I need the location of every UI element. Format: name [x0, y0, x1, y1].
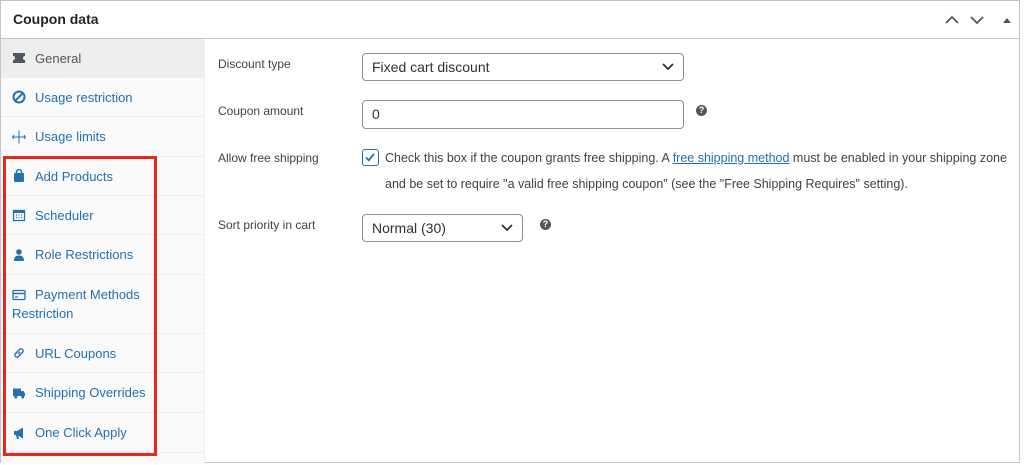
free-shipping-label: Allow free shipping [218, 151, 319, 165]
free-shipping-text-before: Check this box if the coupon grants free… [385, 151, 673, 165]
free-shipping-checkbox[interactable] [362, 149, 379, 166]
discount-type-select[interactable]: Fixed cart discount [362, 53, 684, 81]
tab-label: Shipping Overrides [35, 385, 146, 400]
tab-usage-limits[interactable]: Usage limits [1, 117, 205, 157]
link-icon [14, 348, 24, 358]
coupon-amount-input[interactable]: 0 [362, 100, 684, 129]
checkmark-icon [365, 153, 375, 162]
tab-label: Add Products [35, 169, 114, 184]
calendar-icon [12, 209, 26, 222]
panel-header: Coupon data [1, 1, 1019, 39]
truck-icon [13, 388, 25, 399]
tab-usage-restriction[interactable]: Usage restriction [1, 78, 205, 117]
tab-scheduler[interactable]: Scheduler [1, 196, 205, 235]
tab-label: Scheduler [35, 208, 94, 223]
chevron-down-icon [501, 224, 513, 232]
tab-one-click-apply[interactable]: One Click Apply [1, 413, 205, 453]
person-icon [14, 249, 24, 261]
tab-label: URL Coupons [35, 346, 117, 361]
coupon-amount-help-icon[interactable]: ? [696, 105, 707, 116]
tab-shipping-overrides[interactable]: Shipping Overrides [1, 373, 205, 413]
coupon-tabs: General Usage restriction Usage limits A… [1, 39, 205, 464]
tab-label: One Click Apply [35, 425, 127, 440]
bag-icon [14, 169, 24, 182]
free-shipping-method-link[interactable]: free shipping method [673, 151, 790, 165]
coupon-data-panel: Coupon data General Usage restriction Us… [0, 0, 1020, 464]
tab-label: Usage restriction [35, 90, 133, 105]
sort-priority-select[interactable]: Normal (30) [362, 214, 523, 242]
block-icon [12, 90, 26, 104]
discount-type-label: Discount type [218, 57, 291, 71]
megaphone-icon [14, 427, 23, 439]
ticket-icon [13, 53, 25, 63]
tab-add-products[interactable]: Add Products [1, 157, 205, 196]
tab-payment-methods-restriction[interactable]: Payment Methods Restriction [1, 275, 205, 334]
tab-url-coupons[interactable]: URL Coupons [1, 334, 205, 373]
limits-icon [12, 130, 26, 144]
coupon-amount-value: 0 [372, 106, 380, 122]
chevron-down-icon [662, 63, 674, 71]
coupon-amount-label: Coupon amount [218, 104, 304, 118]
move-down-icon[interactable] [967, 10, 987, 30]
panel-title: Coupon data [13, 11, 99, 27]
sort-priority-help-icon[interactable]: ? [540, 219, 551, 230]
tab-general[interactable]: General [1, 39, 205, 78]
sort-priority-label: Sort priority in cart [218, 218, 316, 232]
tab-role-restrictions[interactable]: Role Restrictions [1, 235, 205, 275]
free-shipping-description: Check this box if the coupon grants free… [385, 145, 1015, 197]
tab-label: Payment Methods Restriction [12, 287, 140, 321]
discount-type-value: Fixed cart discount [372, 59, 490, 75]
tab-label: General [35, 51, 82, 66]
tab-label: Role Restrictions [35, 247, 134, 262]
sort-priority-value: Normal (30) [372, 220, 446, 236]
collapse-toggle-icon[interactable] [997, 10, 1017, 30]
move-up-icon[interactable] [942, 10, 962, 30]
tab-label: Usage limits [35, 129, 106, 144]
